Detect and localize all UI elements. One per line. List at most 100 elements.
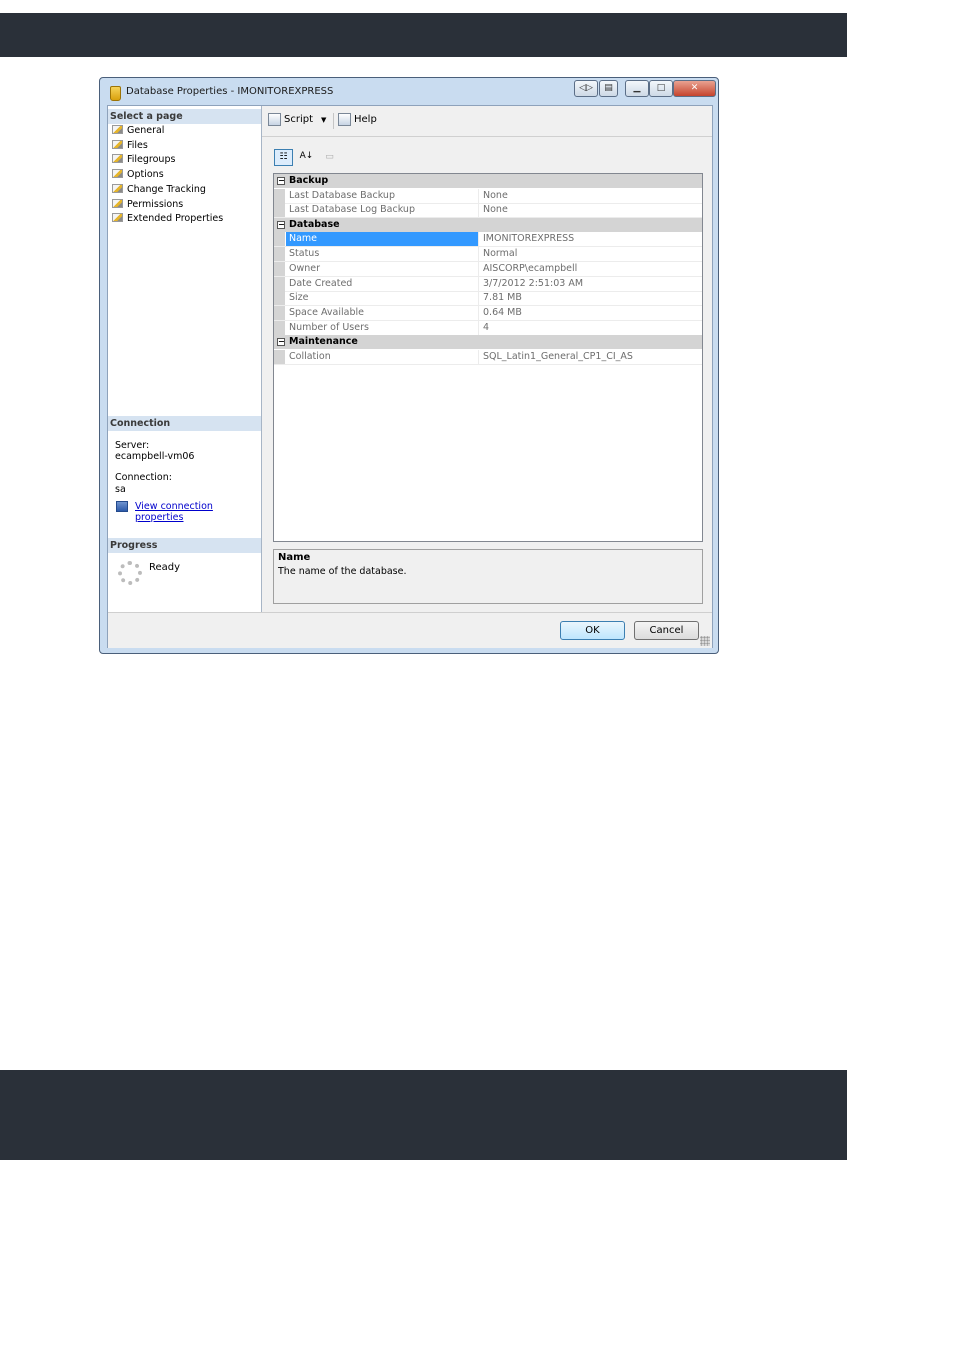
database-properties-dialog: Database Properties - IMONITOREXPRESS ◁▷…: [99, 77, 719, 654]
left-pane: Select a page General Files Filegroups Opti…: [108, 106, 262, 612]
script-button[interactable]: Script ▼: [268, 113, 326, 126]
row-gutter: [274, 291, 285, 306]
property-value[interactable]: None: [480, 189, 702, 203]
ok-button[interactable]: OK: [560, 621, 625, 640]
category-database[interactable]: − Database: [274, 217, 702, 232]
property-row[interactable]: Number of Users 4: [274, 320, 702, 336]
page-item-label: Files: [127, 139, 148, 151]
cancel-button[interactable]: Cancel: [634, 621, 699, 640]
page-wrench-icon: [112, 213, 123, 223]
help-icon: [338, 113, 351, 126]
document-icon[interactable]: ▤: [599, 80, 618, 97]
page-wrench-icon: [112, 154, 123, 164]
grid-toolbar: ☷ A↓ ▭: [274, 148, 339, 166]
help-button[interactable]: Help: [338, 113, 377, 126]
page-item-general[interactable]: General: [112, 124, 164, 138]
property-name[interactable]: Space Available: [286, 305, 479, 320]
property-value[interactable]: Normal: [480, 247, 702, 261]
view-connection-properties-link[interactable]: View connection properties: [135, 501, 261, 523]
row-gutter: [274, 203, 285, 218]
category-label: Maintenance: [289, 336, 358, 348]
row-gutter: [274, 276, 285, 291]
property-value[interactable]: IMONITOREXPRESS: [480, 232, 702, 246]
progress-status: Ready: [149, 562, 181, 573]
page-item-change-tracking[interactable]: Change Tracking: [112, 183, 206, 197]
property-value[interactable]: None: [480, 203, 702, 217]
property-row[interactable]: Collation SQL_Latin1_General_CP1_CI_AS: [274, 349, 702, 365]
property-row[interactable]: Last Database Backup None: [274, 188, 702, 204]
row-gutter: [274, 188, 285, 203]
resize-grip-icon[interactable]: [700, 636, 710, 646]
property-value[interactable]: 0.64 MB: [480, 306, 702, 320]
bottom-dark-band: [0, 1070, 847, 1160]
category-label: Database: [289, 218, 340, 230]
collapse-icon[interactable]: −: [277, 177, 285, 185]
dialog-footer: OK Cancel: [108, 612, 712, 648]
property-name[interactable]: Size: [286, 291, 479, 306]
script-label: Script: [284, 114, 314, 125]
property-value[interactable]: SQL_Latin1_General_CP1_CI_AS: [480, 350, 702, 364]
page-item-label: Options: [127, 169, 164, 181]
page-item-options[interactable]: Options: [112, 168, 164, 182]
row-gutter: [274, 320, 285, 335]
description-title: Name: [278, 552, 311, 563]
property-row[interactable]: Last Database Log Backup None: [274, 203, 702, 219]
property-value[interactable]: 4: [480, 321, 702, 335]
window-title: Database Properties - IMONITOREXPRESS: [126, 86, 334, 97]
connection-properties-icon[interactable]: [116, 501, 128, 512]
property-name[interactable]: Date Created: [286, 276, 479, 291]
title-bar[interactable]: Database Properties - IMONITOREXPRESS ◁▷…: [100, 78, 718, 104]
progress-header: Progress: [108, 538, 261, 553]
connection-header: Connection: [108, 416, 261, 431]
property-name[interactable]: Name: [286, 232, 479, 247]
property-name[interactable]: Number of Users: [286, 320, 479, 335]
description-text: The name of the database.: [278, 566, 407, 577]
back-forward-icon[interactable]: ◁▷: [574, 80, 598, 97]
page-item-files[interactable]: Files: [112, 139, 148, 153]
select-page-header: Select a page: [108, 109, 261, 124]
page-item-extended-properties[interactable]: Extended Properties: [112, 212, 223, 226]
property-row[interactable]: Space Available 0.64 MB: [274, 305, 702, 321]
collapse-icon[interactable]: −: [277, 220, 285, 229]
property-value[interactable]: AISCORP\ecampbell: [480, 262, 702, 276]
page-wrench-icon: [112, 198, 123, 208]
category-label: Backup: [289, 175, 329, 186]
page-wrench-icon: [112, 139, 123, 149]
categorized-icon[interactable]: ☷: [274, 148, 293, 166]
page-wrench-icon: [112, 169, 123, 179]
property-grid[interactable]: − Backup Last Database Backup None Last Data…: [273, 173, 703, 542]
property-row[interactable]: Name IMONITOREXPRESS: [274, 232, 702, 248]
description-panel: Name The name of the database.: [273, 549, 703, 604]
server-label: Server:: [115, 440, 150, 451]
property-row[interactable]: Date Created 3/7/2012 2:51:03 AM: [274, 276, 702, 292]
row-gutter: [274, 247, 285, 262]
page-item-label: Filegroups: [127, 154, 176, 166]
alphabetical-sort-icon[interactable]: A↓: [297, 149, 316, 166]
category-maintenance[interactable]: − Maintenance: [274, 335, 702, 350]
property-name[interactable]: Status: [286, 247, 479, 262]
row-gutter: [274, 305, 285, 320]
property-value[interactable]: 3/7/2012 2:51:03 AM: [480, 277, 702, 291]
collapse-icon[interactable]: −: [277, 338, 285, 347]
close-button[interactable]: ✕: [673, 80, 716, 97]
property-value[interactable]: 7.81 MB: [480, 291, 702, 305]
row-gutter: [274, 261, 285, 276]
page-item-filegroups[interactable]: Filegroups: [112, 153, 175, 167]
page-item-permissions[interactable]: Permissions: [112, 198, 183, 212]
property-row[interactable]: Status Normal: [274, 247, 702, 263]
property-name[interactable]: Last Database Backup: [286, 188, 479, 203]
property-name[interactable]: Collation: [286, 349, 479, 364]
toolbar: Script ▼ Help: [262, 106, 712, 137]
right-pane: Script ▼ Help ☷ A↓ ▭ − Backup Last Databas…: [262, 106, 712, 612]
server-value: ecampbell-vm06: [115, 451, 195, 462]
page-item-label: Permissions: [127, 198, 184, 210]
property-name[interactable]: Last Database Log Backup: [286, 203, 479, 218]
property-row[interactable]: Size 7.81 MB: [274, 291, 702, 307]
minimize-button[interactable]: ▁: [625, 80, 649, 97]
category-backup[interactable]: − Backup: [274, 174, 702, 188]
maximize-button[interactable]: □: [649, 80, 673, 97]
chevron-down-icon[interactable]: ▼: [321, 116, 326, 124]
dialog-client: Select a page General Files Filegroups Opti…: [107, 105, 713, 648]
property-row[interactable]: Owner AISCORP\ecampbell: [274, 261, 702, 277]
property-name[interactable]: Owner: [286, 261, 479, 276]
